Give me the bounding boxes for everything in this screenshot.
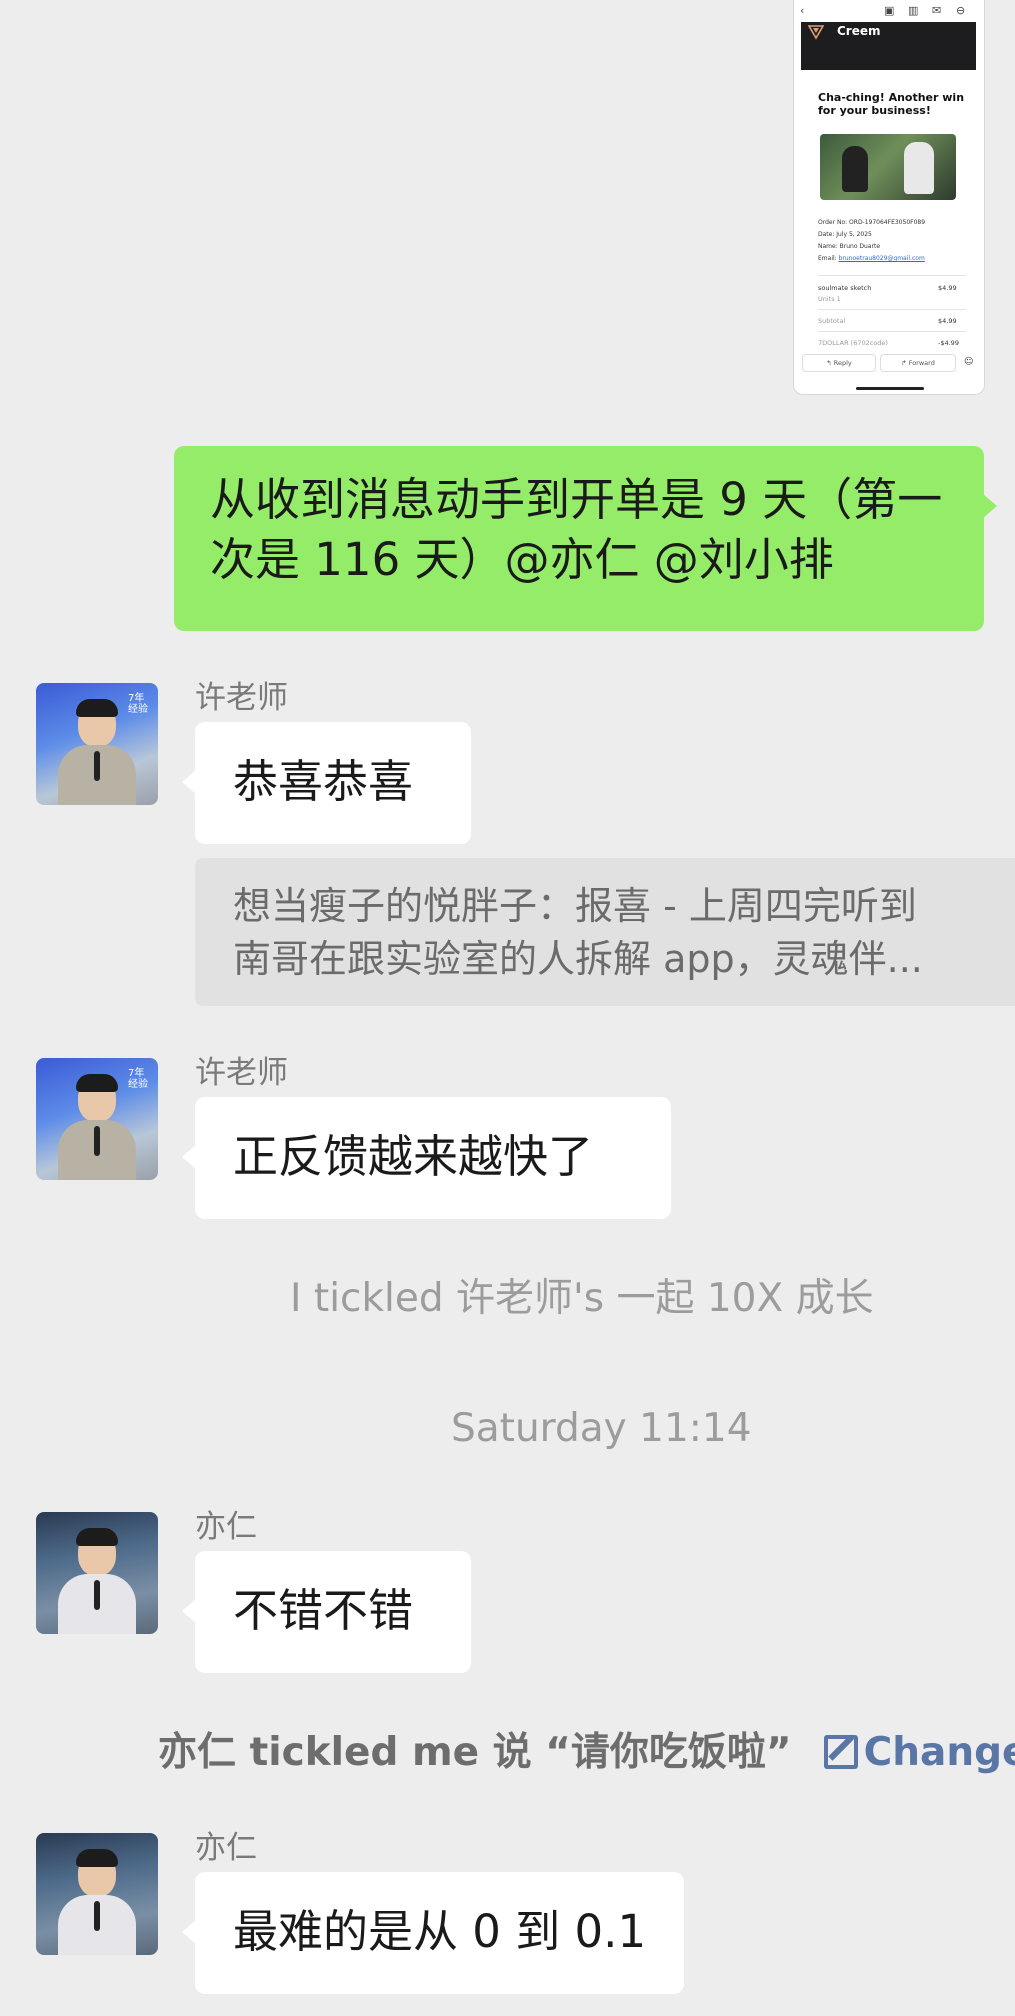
customer-email-label: Email: xyxy=(818,255,837,262)
item-price: $4.99 xyxy=(938,284,957,292)
email-toolbar: ‹ ▣ ▥ ✉ ⊖ xyxy=(794,0,984,22)
outgoing-message-bubble[interactable]: 从收到消息动手到开单是 9 天（第一次是 116 天）@亦仁 @刘小排 xyxy=(174,446,984,631)
quoted-message[interactable]: 想当瘦子的悦胖子：报喜 - 上周四完听到 南哥在跟实验室的人拆解 app，灵魂伴… xyxy=(195,858,1015,1006)
sender-name: 亦仁 xyxy=(195,1509,257,1545)
trash-icon: ▥ xyxy=(908,4,919,17)
email-brand-name: Creem xyxy=(837,24,881,38)
avatar-badge: 7年经验 xyxy=(128,693,148,715)
avatar-teacher[interactable]: 7年经验 xyxy=(36,683,158,805)
email-forward-button: ↱ Forward xyxy=(880,354,956,372)
reply-icon: ↰ xyxy=(826,359,834,367)
incoming-message-bubble[interactable]: 恭喜恭喜 xyxy=(195,722,471,844)
bubble-tail xyxy=(182,1145,196,1169)
tickle-notice-row: 亦仁 tickled me 说 “请你吃饭啦” Change xyxy=(158,1721,1015,1777)
tickle-notice-text: 亦仁 tickled me 说 “请你吃饭啦” xyxy=(158,1730,792,1775)
email-reply-button: ↰ Reply xyxy=(802,354,876,372)
edit-icon xyxy=(823,1735,858,1769)
email-headline: Cha-ching! Another win for your business… xyxy=(818,91,965,117)
order-date: Date: July 5, 2025 xyxy=(818,231,872,238)
item-units: Units 1 xyxy=(818,295,841,303)
home-indicator xyxy=(856,387,924,390)
avatar-yiren[interactable] xyxy=(36,1512,158,1634)
avatar-yiren[interactable] xyxy=(36,1833,158,1955)
discount-value: -$4.99 xyxy=(938,339,959,347)
avatar-badge: 7年经验 xyxy=(128,1068,148,1090)
emoji-icon: ☺ xyxy=(964,357,974,367)
item-name: soulmate sketch xyxy=(818,284,872,292)
incoming-message-bubble[interactable]: 不错不错 xyxy=(195,1551,471,1673)
timestamp: Saturday 11:14 xyxy=(451,1406,752,1451)
avatar-teacher[interactable]: 7年经验 xyxy=(36,1058,158,1180)
change-tickle-button[interactable]: Change xyxy=(823,1730,1015,1775)
customer-email: brunoetrau8029@gmail.com xyxy=(838,255,925,262)
bubble-tail xyxy=(182,1599,196,1623)
bubble-tail xyxy=(182,1920,196,1944)
customer-name: Name: Bruno Duarte xyxy=(818,243,881,250)
sender-name: 亦仁 xyxy=(195,1830,257,1866)
order-number: Order No: ORD-197064FE3050F089 xyxy=(818,219,926,226)
quote-line-2: 南哥在跟实验室的人拆解 app，灵魂伴... xyxy=(233,937,923,981)
mail-icon: ✉ xyxy=(932,4,942,17)
email-brand-header: Creem xyxy=(801,22,976,70)
creem-logo-icon xyxy=(808,25,824,40)
bubble-tail xyxy=(182,770,196,794)
sender-name: 许老师 xyxy=(195,680,288,716)
subtotal-value: $4.99 xyxy=(938,317,957,325)
system-tickle-notice: I tickled 许老师's 一起 10X 成长 xyxy=(290,1276,874,1321)
subtotal-label: Subtotal xyxy=(818,317,846,325)
incoming-message-bubble[interactable]: 正反馈越来越快了 xyxy=(195,1097,671,1219)
quote-line-1: 想当瘦子的悦胖子：报喜 - 上周四完听到 xyxy=(233,884,917,928)
shared-image-message[interactable]: ‹ ▣ ▥ ✉ ⊖ Creem Cha-ching! Another win f… xyxy=(793,0,985,395)
bubble-tail xyxy=(983,494,997,518)
forward-icon: ↱ xyxy=(901,359,909,367)
more-icon: ⊖ xyxy=(956,4,966,17)
archive-icon: ▣ xyxy=(884,4,895,17)
discount-label: 7DOLLAR (6702code) xyxy=(818,339,888,347)
customer-email-row: Email: brunoetrau8029@gmail.com xyxy=(818,255,968,263)
sender-name: 许老师 xyxy=(195,1055,288,1091)
incoming-message-bubble[interactable]: 最难的是从 0 到 0.1 xyxy=(195,1872,684,1994)
chevron-left-icon: ‹ xyxy=(800,4,805,17)
email-photo xyxy=(820,134,956,200)
